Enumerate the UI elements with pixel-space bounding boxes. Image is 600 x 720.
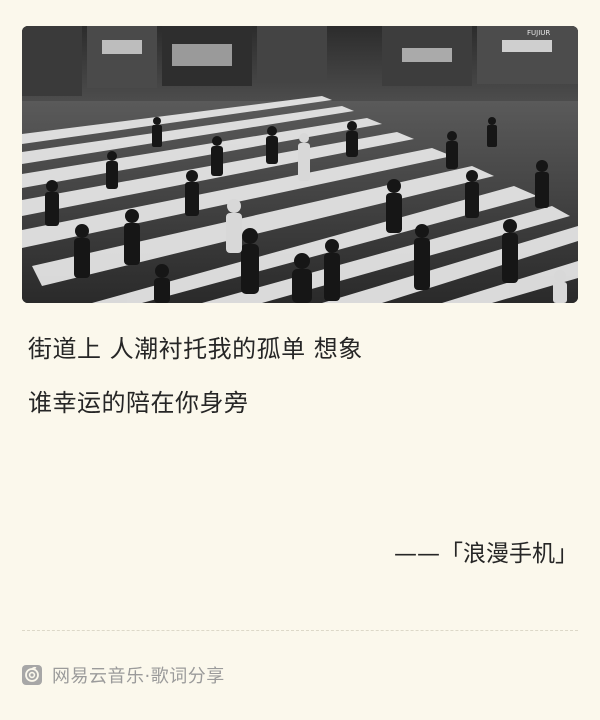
cover-photo: FUJIUR [22, 26, 578, 303]
crosswalk-illustration: FUJIUR [22, 26, 578, 303]
store-sign-text: FUJIUR [527, 29, 550, 37]
divider [22, 630, 578, 631]
lyric-line: 谁幸运的陪在你身旁 [28, 389, 249, 417]
source-dash: —— [394, 541, 440, 567]
netease-cloud-music-icon [22, 665, 42, 685]
song-source: ——「浪漫手机」 [394, 538, 578, 570]
footer: 网易云音乐·歌词分享 [22, 660, 225, 690]
footer-text: 网易云音乐·歌词分享 [52, 666, 225, 687]
song-title: 「浪漫手机」 [440, 541, 578, 567]
lyrics-block: 街道上 人潮衬托我的孤单 想象 谁幸运的陪在你身旁 [28, 334, 568, 442]
lyric-line: 街道上 人潮衬托我的孤单 想象 [28, 335, 363, 363]
